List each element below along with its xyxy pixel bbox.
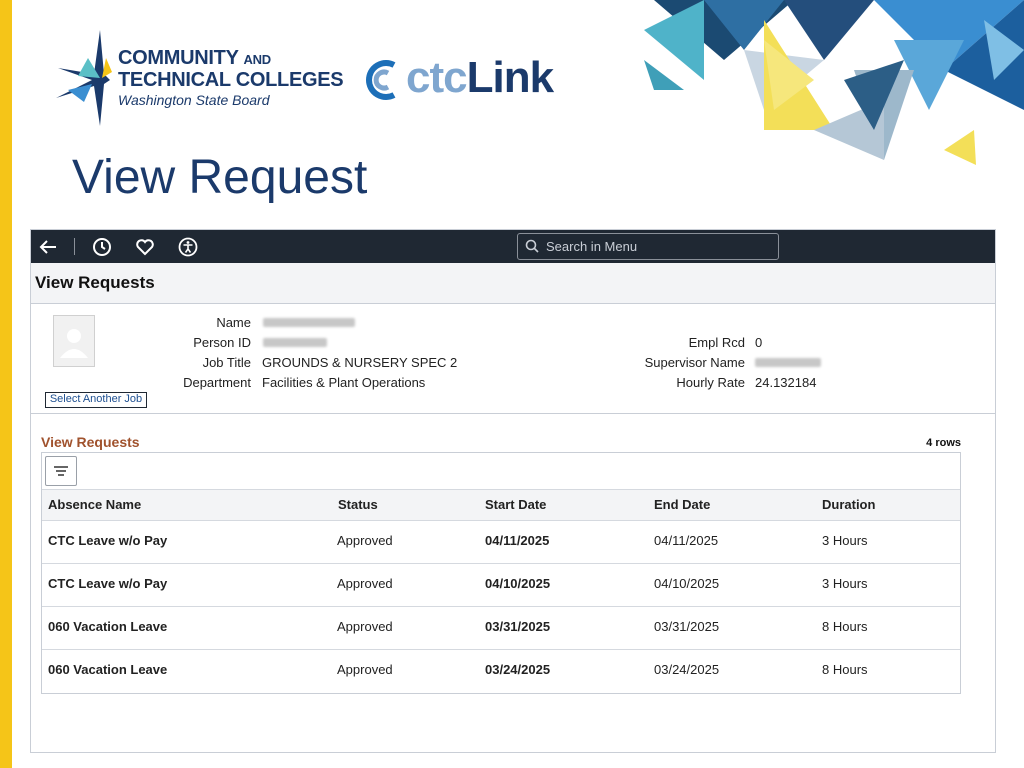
duration-cell: 3 Hours — [822, 576, 868, 591]
person-id-label: Person ID — [193, 335, 251, 350]
decorative-triangles — [644, 0, 1024, 165]
supervisor-label: Supervisor Name — [644, 355, 745, 370]
name-label: Name — [216, 315, 251, 330]
hourly-rate-label: Hourly Rate — [676, 375, 745, 390]
sbctc-line3: Washington State Board — [118, 92, 270, 108]
status-cell: Approved — [337, 619, 393, 634]
absence-name-cell: 060 Vacation Leave — [48, 619, 168, 634]
requests-grid: Absence Name Status Start Date End Date … — [41, 452, 961, 694]
start-date-cell: 03/31/2025 — [485, 619, 551, 634]
grid-header-row: Absence Name Status Start Date End Date … — [42, 489, 960, 521]
left-accent-bar — [0, 0, 12, 768]
select-another-job-link[interactable]: Select Another Job — [45, 392, 147, 408]
start-date-cell: 04/10/2025 — [485, 576, 551, 591]
absence-name-cell: CTC Leave w/o Pay — [48, 576, 168, 591]
ctclink-ctc: ctc — [406, 53, 468, 102]
ctclink-logo: ctcLink — [360, 52, 580, 112]
section-divider — [31, 413, 995, 414]
sbctc-and: AND — [243, 52, 272, 67]
top-navbar: Search in Menu — [31, 230, 995, 263]
department-value: Facilities & Plant Operations — [262, 375, 426, 390]
person-id-value-redacted — [263, 338, 327, 347]
sbctc-logo: COMMUNITY AND TECHNICAL COLLEGES Washing… — [48, 28, 348, 128]
accessibility-icon[interactable] — [177, 236, 199, 258]
empl-rcd-label: Empl Rcd — [688, 335, 745, 350]
menu-search-input[interactable]: Search in Menu — [517, 233, 779, 260]
table-row[interactable]: CTC Leave w/o Pay Approved 04/10/2025 04… — [42, 563, 960, 607]
column-absence-name[interactable]: Absence Name — [48, 497, 141, 512]
hourly-rate-value: 24.132184 — [755, 375, 817, 390]
favorites-heart-icon[interactable] — [134, 236, 156, 258]
duration-cell: 3 Hours — [822, 533, 868, 548]
start-date-cell: 03/24/2025 — [485, 662, 551, 677]
column-end-date[interactable]: End Date — [654, 497, 710, 512]
sbctc-line2: TECHNICAL COLLEGES — [118, 69, 344, 91]
end-date-cell: 04/10/2025 — [654, 576, 720, 591]
page-header: View Requests — [31, 263, 995, 304]
row-count: 4 rows — [926, 437, 961, 449]
search-placeholder: Search in Menu — [546, 239, 638, 254]
empl-rcd-value: 0 — [755, 335, 763, 350]
page-title: View Requests — [35, 273, 155, 292]
star-burst-icon — [56, 30, 112, 126]
ctclink-swirl-icon — [366, 60, 396, 100]
app-window: Search in Menu View Requests Select Anot… — [30, 229, 996, 753]
table-row[interactable]: 060 Vacation Leave Approved 03/31/2025 0… — [42, 606, 960, 650]
history-clock-icon[interactable] — [91, 236, 113, 258]
status-cell: Approved — [337, 533, 393, 548]
absence-name-cell: 060 Vacation Leave — [48, 662, 168, 677]
duration-cell: 8 Hours — [822, 662, 868, 677]
start-date-cell: 04/11/2025 — [485, 533, 550, 548]
end-date-cell: 03/31/2025 — [654, 619, 720, 634]
status-cell: Approved — [337, 662, 393, 677]
end-date-cell: 04/11/2025 — [654, 533, 719, 548]
ctclink-link: Link — [466, 53, 554, 102]
grid-title: View Requests — [41, 434, 140, 450]
employee-photo-placeholder — [53, 315, 95, 367]
name-value-redacted — [263, 318, 355, 327]
sbctc-line1: COMMUNITY — [118, 47, 239, 69]
slide-title: View Request — [72, 151, 368, 204]
column-status[interactable]: Status — [338, 497, 378, 512]
supervisor-value-redacted — [755, 358, 821, 367]
absence-name-cell: CTC Leave w/o Pay — [48, 533, 168, 548]
status-cell: Approved — [337, 576, 393, 591]
filter-icon — [54, 466, 68, 476]
nav-separator — [74, 238, 75, 255]
job-title-label: Job Title — [202, 355, 251, 370]
back-arrow-icon[interactable] — [37, 236, 59, 258]
filter-button[interactable] — [45, 456, 77, 486]
end-date-cell: 03/24/2025 — [654, 662, 720, 677]
job-title-value: GROUNDS & NURSERY SPEC 2 — [262, 355, 458, 370]
column-start-date[interactable]: Start Date — [485, 497, 546, 512]
duration-cell: 8 Hours — [822, 619, 868, 634]
search-icon — [525, 239, 539, 253]
column-duration[interactable]: Duration — [822, 497, 875, 512]
department-label: Department — [183, 375, 251, 390]
table-row[interactable]: CTC Leave w/o Pay Approved 04/11/2025 04… — [42, 520, 960, 564]
table-row[interactable]: 060 Vacation Leave Approved 03/24/2025 0… — [42, 649, 960, 692]
avatar-icon — [60, 329, 88, 358]
